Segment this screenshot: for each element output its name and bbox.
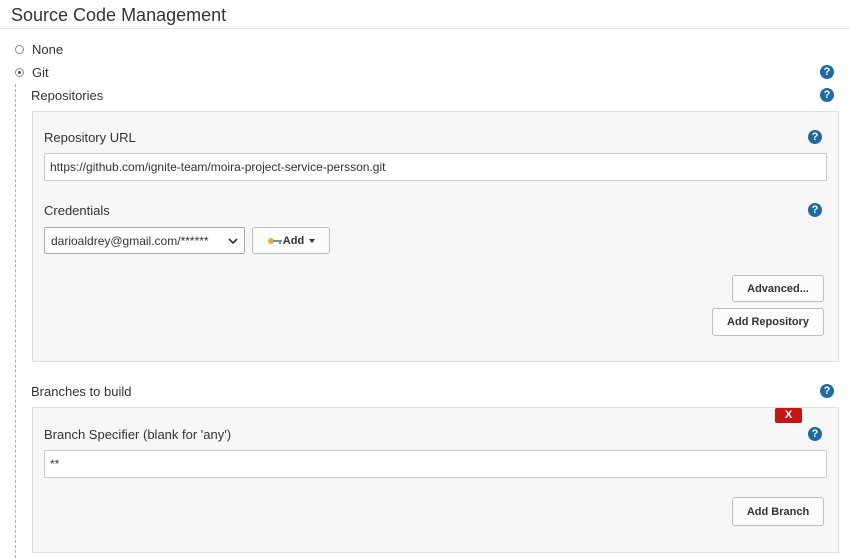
title-divider xyxy=(0,28,850,29)
radio-none[interactable] xyxy=(15,45,24,54)
section-title: Source Code Management xyxy=(11,5,227,25)
add-credentials-label: Add xyxy=(282,234,305,247)
branch-specifier-label: Branch Specifier (blank for 'any') xyxy=(44,427,232,442)
credentials-value: darioaldrey@gmail.com/****** xyxy=(51,233,209,248)
radio-git[interactable] xyxy=(15,68,24,77)
delete-branch-button[interactable]: X xyxy=(775,408,802,423)
caret-down-icon xyxy=(309,238,316,243)
advanced-button[interactable]: Advanced... xyxy=(732,275,824,302)
branch-specifier-value: ** xyxy=(50,457,60,471)
advanced-button-label: Advanced... xyxy=(747,282,809,295)
help-icon-credentials[interactable]: ? xyxy=(808,203,822,217)
help-icon-branches[interactable]: ? xyxy=(820,384,834,398)
credentials-label: Credentials xyxy=(44,203,110,218)
repository-url-value: https://github.com/ignite-team/moira-pro… xyxy=(50,160,386,174)
scm-option-none[interactable]: None xyxy=(15,42,63,57)
help-icon-repository-url[interactable]: ? xyxy=(808,130,822,144)
repository-url-input[interactable]: https://github.com/ignite-team/moira-pro… xyxy=(44,153,827,181)
add-repository-button[interactable]: Add Repository xyxy=(712,308,824,336)
credentials-select[interactable]: darioaldrey@gmail.com/****** xyxy=(44,227,245,254)
nesting-guide xyxy=(15,84,16,558)
help-icon-repositories[interactable]: ? xyxy=(820,88,834,102)
repositories-label: Repositories xyxy=(31,88,104,103)
add-branch-button-label: Add Branch xyxy=(746,505,810,518)
add-repository-button-label: Add Repository xyxy=(727,316,809,328)
branches-label: Branches to build xyxy=(31,384,132,399)
key-icon xyxy=(267,237,282,244)
add-credentials-button[interactable]: Add xyxy=(252,227,330,254)
help-icon-git[interactable]: ? xyxy=(820,65,834,79)
scm-option-git-label: Git xyxy=(32,65,49,80)
chevron-down-icon xyxy=(228,237,238,244)
branch-specifier-input[interactable]: ** xyxy=(44,450,827,478)
scm-option-none-label: None xyxy=(32,42,64,57)
add-branch-button[interactable]: Add Branch xyxy=(732,497,824,526)
help-icon-branch-specifier[interactable]: ? xyxy=(808,427,822,441)
repository-url-label: Repository URL xyxy=(44,130,136,145)
scm-option-git[interactable]: Git xyxy=(15,65,49,80)
